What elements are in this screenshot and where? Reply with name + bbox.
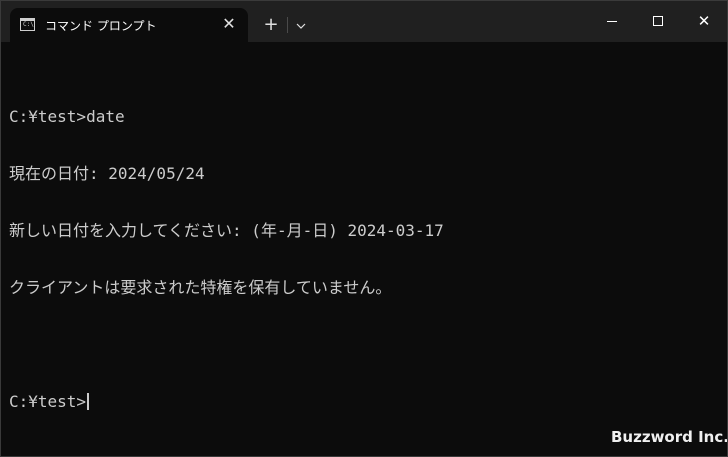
- terminal-line: 現在の日付: 2024/05/24: [9, 164, 205, 183]
- terminal-line: 新しい日付を入力してください: (年-月-日) 2024-03-17: [9, 221, 444, 240]
- tab-close-icon[interactable]: ✕: [219, 14, 239, 34]
- toolbar-divider: [287, 17, 288, 33]
- dropdown-chevron-icon[interactable]: [291, 14, 311, 36]
- terminal-output[interactable]: C:¥test>date 現在の日付: 2024/05/24 新しい日付を入力し…: [9, 69, 719, 449]
- tab-command-prompt[interactable]: C:\ コマンド プロンプト ✕: [10, 8, 248, 42]
- terminal-line: クライアントは要求された特権を保有していません。: [9, 278, 392, 297]
- minimize-icon: [607, 21, 617, 22]
- close-window-button[interactable]: ✕: [681, 1, 727, 41]
- terminal-prompt-line[interactable]: C:¥test>: [9, 392, 719, 411]
- title-bar: C:\ コマンド プロンプト ✕ + ✕: [1, 1, 727, 42]
- prompt-text: C:¥test>: [9, 392, 87, 411]
- minimize-button[interactable]: [589, 1, 635, 41]
- watermark: Buzzword Inc.: [611, 428, 728, 446]
- terminal-icon: C:\: [20, 18, 35, 31]
- new-tab-button[interactable]: +: [260, 14, 282, 36]
- terminal-line: C:¥test>date: [9, 107, 125, 126]
- text-cursor: [87, 393, 90, 410]
- maximize-icon: [653, 16, 663, 26]
- tab-title: コマンド プロンプト: [45, 19, 157, 33]
- maximize-button[interactable]: [635, 1, 681, 41]
- terminal-window: C:\ コマンド プロンプト ✕ + ✕ C:¥test>date 現在の日付:…: [0, 0, 728, 457]
- close-icon: ✕: [697, 12, 711, 30]
